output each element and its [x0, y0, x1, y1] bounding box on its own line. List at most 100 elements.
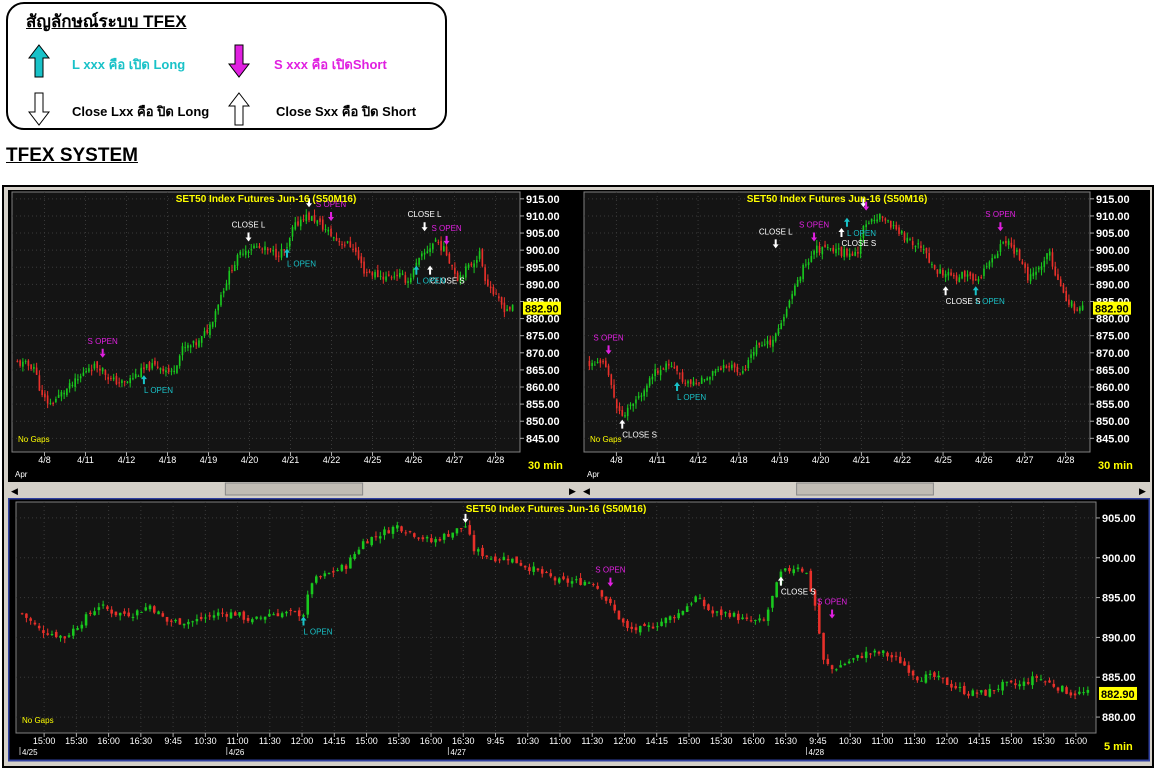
candle-body	[599, 360, 602, 364]
candle-body	[222, 290, 225, 294]
candle-body	[1070, 301, 1073, 307]
candle-body	[492, 287, 495, 295]
candle-body	[962, 685, 966, 695]
candle-body	[165, 616, 169, 622]
candle-body	[668, 616, 672, 620]
candle-body	[1043, 681, 1047, 683]
candle-body	[255, 246, 258, 248]
candle-body	[807, 262, 810, 266]
candle-body	[719, 609, 723, 616]
candle-body	[195, 618, 199, 622]
candle-body	[846, 248, 848, 256]
candle-body	[692, 381, 695, 386]
candle-body	[465, 266, 467, 278]
candle-body	[374, 272, 376, 278]
y-tick-label: 850.00	[1096, 416, 1130, 428]
candle-body	[1009, 680, 1013, 683]
candle-body	[1048, 251, 1051, 256]
candle-body	[852, 658, 855, 660]
candle-body	[30, 364, 32, 370]
signal-label: S OPEN	[799, 220, 829, 229]
gaps-label: No Gaps	[590, 435, 622, 444]
candle-body	[839, 665, 842, 668]
candle-body	[1048, 680, 1051, 683]
candle-body	[818, 603, 821, 634]
candle-body	[52, 402, 54, 404]
x-tick-label: 4/20	[812, 455, 830, 465]
candle-body	[570, 581, 574, 584]
candle-body	[473, 263, 475, 268]
candle-body	[404, 275, 407, 283]
x-tick-label: 4/25	[364, 455, 382, 465]
candle-body	[868, 222, 870, 224]
candle-body	[720, 367, 722, 371]
candle-body	[74, 378, 76, 387]
candle-body	[319, 576, 322, 578]
candle-body	[914, 245, 917, 248]
candle-body	[621, 618, 625, 623]
candle-body	[398, 272, 401, 277]
candle-body	[60, 392, 63, 397]
candle-body	[643, 390, 645, 397]
candle-body	[344, 565, 348, 569]
signal-label: L OPEN	[303, 627, 332, 636]
candle-body	[101, 368, 104, 372]
candle-body	[739, 374, 741, 376]
candle-body	[941, 677, 945, 679]
candle-body	[673, 617, 676, 619]
candle-body	[335, 238, 338, 241]
date-label: 4/27	[450, 748, 466, 757]
candle-body	[818, 245, 821, 253]
short-open-arrow-icon	[228, 44, 250, 78]
y-tick-label: 890.00	[1096, 279, 1130, 291]
scroll-right-icon: ▶	[1139, 486, 1146, 496]
candle-body	[191, 621, 194, 623]
candle-body	[280, 613, 284, 618]
candle-body	[607, 365, 610, 376]
candle-body	[651, 376, 654, 380]
candle-body	[657, 370, 659, 374]
candle-body	[881, 216, 884, 218]
candle-body	[733, 363, 736, 368]
candle-body	[1065, 687, 1068, 694]
y-tick-label: 905.00	[1102, 513, 1136, 525]
x-tick-label: 16:30	[130, 736, 153, 746]
y-tick-label: 905.00	[1096, 228, 1130, 240]
x-tick-label: 10:30	[516, 736, 539, 746]
candle-body	[115, 375, 118, 385]
x-tick-label: 9:45	[809, 736, 827, 746]
y-tick-label: 855.00	[1096, 399, 1130, 411]
candle-body	[204, 617, 207, 619]
signal-label: S OPEN	[595, 566, 625, 575]
candle-body	[1039, 679, 1043, 681]
candle-body	[709, 376, 711, 380]
candle-body	[285, 611, 288, 614]
page-title: TFEX SYSTEM	[6, 145, 138, 166]
candle-body	[647, 625, 651, 627]
candle-body	[664, 617, 668, 624]
candle-body	[591, 362, 593, 367]
candle-body	[942, 269, 944, 276]
y-tick-label: 895.00	[1102, 593, 1136, 605]
candle-body	[656, 626, 659, 628]
candle-body	[643, 623, 646, 627]
candle-body	[724, 612, 727, 614]
plot-area	[583, 191, 1091, 453]
candle-body	[1018, 684, 1021, 687]
candle-body	[741, 617, 744, 620]
candle-body	[409, 277, 412, 283]
candle-body	[247, 251, 250, 253]
candle-body	[832, 247, 835, 252]
candle-body	[140, 367, 143, 378]
candle-body	[280, 248, 283, 258]
candle-body	[157, 611, 160, 615]
candle-body	[906, 237, 909, 242]
candle-body	[297, 221, 299, 226]
candle-body	[67, 635, 71, 637]
x-tick-label: 4/26	[405, 455, 423, 465]
candle-body	[763, 344, 766, 346]
candle-body	[873, 650, 876, 653]
candle-body	[251, 619, 254, 623]
y-tick-label: 845.00	[526, 433, 560, 445]
candle-body	[621, 410, 624, 416]
